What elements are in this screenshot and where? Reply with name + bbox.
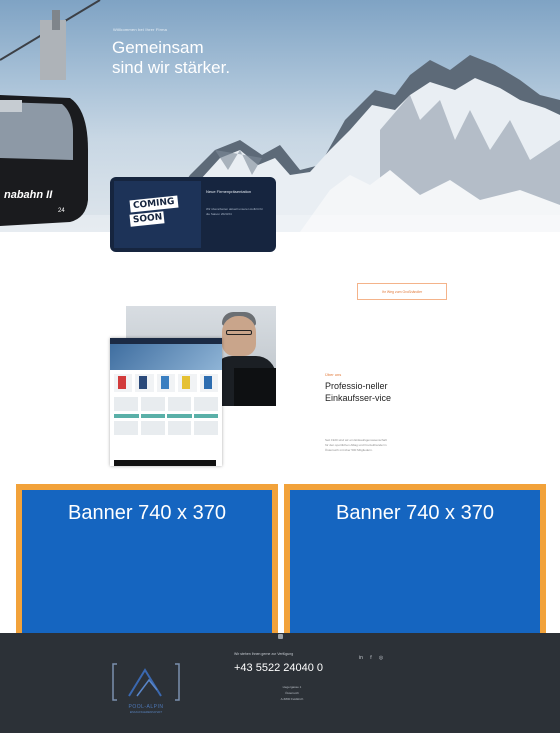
banner-left[interactable]: Banner 740 x 370 — [16, 484, 278, 641]
social-links: in f ◎ — [358, 655, 384, 661]
logo-name: POOL-ALPIN — [128, 704, 164, 710]
address-line-3[interactable]: A-6800 Feldkirch — [262, 696, 322, 702]
mountain-hero-image: nabahn II 24 — [0, 0, 560, 232]
scroll-to-top-icon[interactable] — [278, 634, 283, 639]
person-glasses — [226, 330, 252, 335]
footer-phone[interactable]: +43 5522 24040 0 — [234, 662, 323, 674]
gondola-label: nabahn II — [4, 189, 53, 201]
service-title: Professio-neller Einkaufsser-vice — [325, 381, 392, 403]
coming-soon-card[interactable]: COMING SOON Neue Firmenpräsentation Wir … — [110, 177, 276, 252]
hero-title-line1: Gemeinsam — [112, 38, 204, 57]
coming-label: COMING — [129, 195, 179, 213]
logo-mark-icon — [112, 663, 180, 701]
footer-hotline-label: Wir stehen Ihnen gerne zur Verfügung — [234, 652, 294, 656]
preview-tiles — [110, 394, 222, 414]
coming-soon-badge: COMING SOON — [129, 195, 179, 238]
preview-product-row — [110, 370, 222, 394]
logo-subtitle: EINKAUFSGEMEINSCHAFT — [129, 711, 163, 714]
banner-left-label: Banner 740 x 370 — [68, 502, 226, 524]
instagram-icon[interactable]: ◎ — [378, 655, 384, 661]
hero-title-line2: sind wir stärker. — [112, 58, 231, 77]
hero-section: nabahn II 24 Willkommen bei Ihrer Firma … — [0, 0, 560, 232]
footer-address: Hegergasse 1 Österreich A-6800 Feldkirch — [262, 684, 322, 702]
hero-kicker: Willkommen bei Ihrer Firma — [113, 27, 168, 32]
preview-hero — [110, 344, 222, 370]
preview-tiles-2 — [110, 418, 222, 438]
webshop-preview-image — [110, 338, 222, 466]
coming-soon-title: Neue Firmenpräsentation — [206, 189, 252, 194]
linkedin-icon[interactable]: in — [358, 655, 364, 661]
service-text: Seit 1920 sind wir ein Einkaufsgenossens… — [325, 438, 387, 452]
pool-alpin-logo[interactable]: POOL-ALPIN EINKAUFSGEMEINSCHAFT — [111, 660, 181, 718]
facebook-icon[interactable]: f — [368, 655, 374, 661]
gondola-number: 24 — [58, 208, 65, 214]
wholesaler-link-button[interactable]: Ihr Weg zum Großhändler — [357, 283, 447, 300]
coming-soon-text: Wir überarbeiten aktuell unseren Auftrit… — [206, 207, 264, 216]
coming-soon-tile: COMING SOON — [114, 181, 201, 248]
banner-right-label: Banner 740 x 370 — [336, 502, 494, 524]
banner-right[interactable]: Banner 740 x 370 — [284, 484, 546, 641]
preview-dark-strip — [114, 460, 216, 466]
service-kicker: Über uns — [325, 372, 342, 377]
soon-label: SOON — [129, 211, 165, 227]
hero-title: Gemeinsam sind wir stärker. — [112, 38, 230, 78]
footer — [0, 633, 560, 733]
monitor-shape — [234, 368, 276, 406]
person-head — [222, 316, 256, 356]
